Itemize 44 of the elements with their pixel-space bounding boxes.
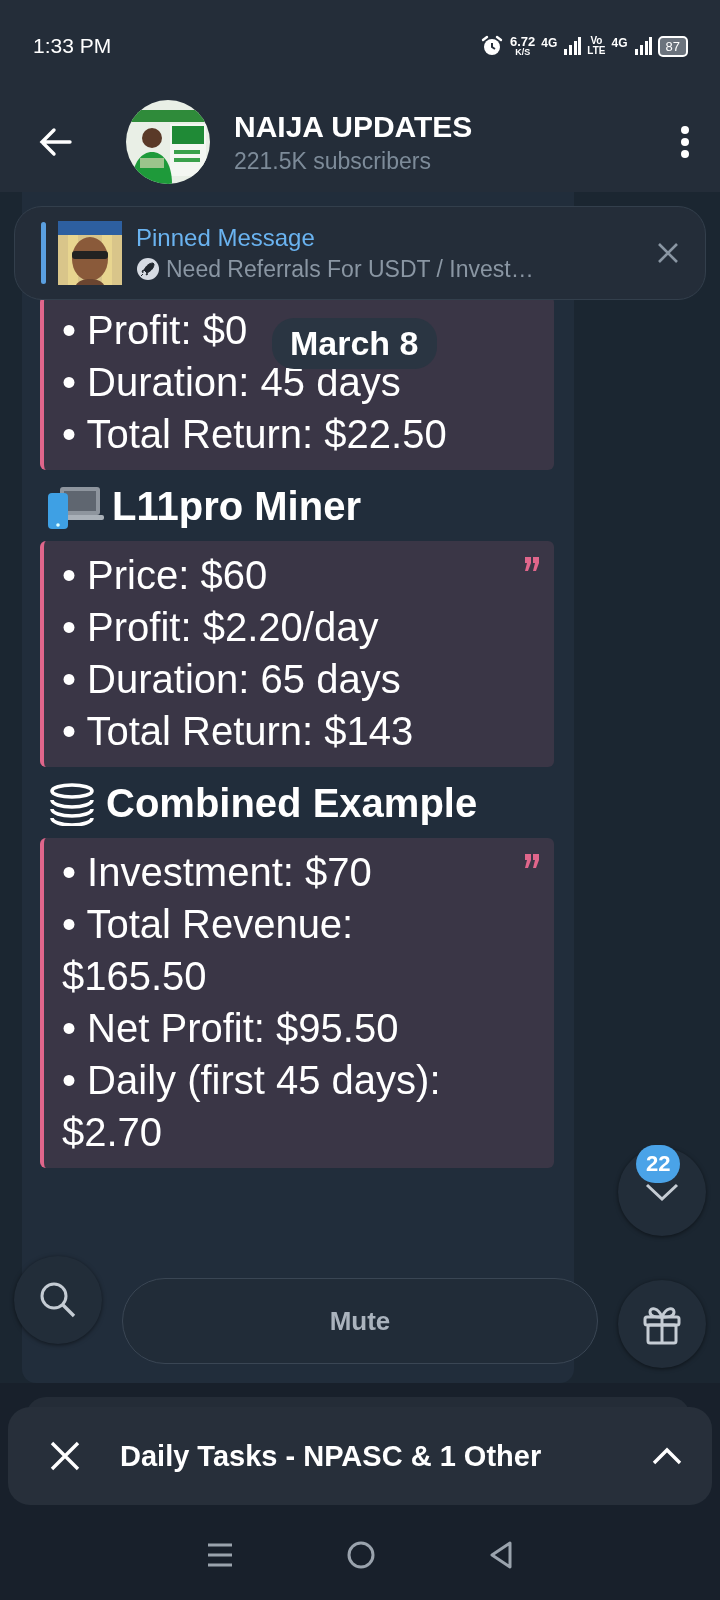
quote-line: • Investment: $70 bbox=[62, 849, 372, 896]
section-heading: Combined Example bbox=[106, 781, 478, 826]
recent-apps-icon[interactable] bbox=[206, 1541, 234, 1569]
quote-line: • Duration: 65 days bbox=[62, 656, 401, 703]
back-icon[interactable] bbox=[488, 1540, 514, 1570]
home-icon[interactable] bbox=[346, 1540, 376, 1570]
rocket-icon bbox=[136, 257, 160, 281]
back-arrow-icon[interactable] bbox=[38, 127, 72, 157]
tasks-panel[interactable]: Daily Tasks - NPASC & 1 Other bbox=[8, 1407, 712, 1505]
pinned-label: Pinned Message bbox=[136, 223, 316, 252]
panel-title: Daily Tasks - NPASC & 1 Other bbox=[120, 1439, 543, 1473]
volte-label: Vo bbox=[590, 36, 603, 46]
quote-line: • Total Return: $143 bbox=[62, 708, 414, 755]
status-time: 1:33 PM bbox=[33, 34, 112, 58]
search-icon bbox=[38, 1280, 78, 1320]
subscriber-count: 221.5K subscribers bbox=[234, 147, 432, 175]
date-chip: March 8 bbox=[272, 318, 437, 369]
chevron-down-icon bbox=[645, 1183, 679, 1201]
chevron-up-icon[interactable] bbox=[652, 1447, 682, 1465]
unread-badge: 22 bbox=[636, 1145, 681, 1183]
devices-icon bbox=[46, 484, 104, 529]
alarm-icon bbox=[480, 34, 505, 58]
channel-title: NAIJA UPDATES bbox=[234, 109, 474, 144]
quote-line: • Total Revenue: $165.50 bbox=[62, 901, 355, 1000]
quote-line: • Price: $60 bbox=[62, 552, 268, 599]
pinned-message-bar[interactable]: Pinned Message Need Referrals For USDT / Invest… bbox=[14, 206, 706, 300]
more-options-icon[interactable] bbox=[680, 125, 690, 159]
volte-label: LTE bbox=[587, 46, 606, 56]
quote-line: • Profit: $0 bbox=[62, 307, 248, 354]
section-heading: L11pro Miner bbox=[112, 484, 361, 529]
signal-icon bbox=[563, 37, 582, 55]
quote-line: • Daily (first 45 days): $2.70 bbox=[62, 1057, 442, 1156]
signal-icon bbox=[633, 37, 652, 55]
quote-line: • Profit: $2.20/day bbox=[62, 604, 379, 651]
net-speed: 6.72 bbox=[510, 35, 536, 48]
network-type: 4G bbox=[611, 36, 628, 50]
quote-line: • Net Profit: $95.50 bbox=[62, 1005, 399, 1052]
pinned-text: Need Referrals For USDT / Invest… bbox=[166, 255, 534, 283]
network-type: 4G bbox=[541, 36, 558, 50]
mute-button[interactable]: Mute bbox=[122, 1278, 598, 1364]
net-speed-unit: K/S bbox=[515, 48, 531, 57]
quote-line: • Total Return: $22.50 bbox=[62, 411, 447, 458]
gift-button[interactable] bbox=[618, 1280, 706, 1368]
battery-indicator: 87 bbox=[657, 35, 688, 57]
